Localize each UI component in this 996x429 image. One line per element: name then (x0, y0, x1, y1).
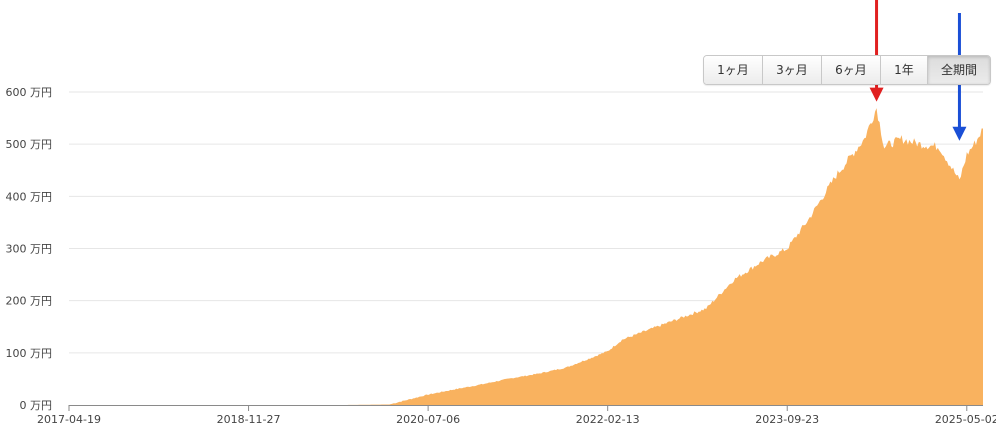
y-tick-label: 0 万円 (20, 399, 53, 412)
y-tick-label: 100 万円 (6, 347, 53, 360)
x-tick-label: 2025-05-02 (935, 413, 996, 426)
x-tick-label: 2022-02-13 (576, 413, 640, 426)
x-axis (68, 405, 983, 411)
y-axis-labels: 0 万円 100 万円 200 万円 300 万円 400 万円 500 万円 600 万円 (6, 86, 53, 412)
range-1-year-button[interactable]: 1年 (881, 56, 928, 84)
series-area (69, 108, 983, 405)
x-tick-label: 2023-09-23 (755, 413, 819, 426)
range-1-month-button[interactable]: 1ヶ月 (704, 56, 763, 84)
range-selector: 1ヶ月 3ヶ月 6ヶ月 1年 全期間 (703, 55, 991, 85)
y-tick-label: 400 万円 (6, 190, 53, 203)
x-tick-label: 2017-04-19 (37, 413, 101, 426)
y-tick-label: 600 万円 (6, 86, 53, 99)
series-area-path (69, 108, 983, 405)
range-all-button[interactable]: 全期間 (928, 56, 990, 84)
red-arrow-icon (869, 0, 884, 102)
x-tick-label: 2020-07-06 (396, 413, 460, 426)
range-6-months-button[interactable]: 6ヶ月 (822, 56, 881, 84)
y-tick-label: 200 万円 (6, 295, 53, 308)
range-3-months-button[interactable]: 3ヶ月 (763, 56, 822, 84)
y-tick-label: 300 万円 (6, 243, 53, 256)
x-axis-labels: 2017-04-19 2018-11-27 2020-07-06 2022-02-13… (37, 413, 996, 426)
y-tick-label: 500 万円 (6, 138, 53, 151)
x-tick-label: 2018-11-27 (217, 413, 281, 426)
